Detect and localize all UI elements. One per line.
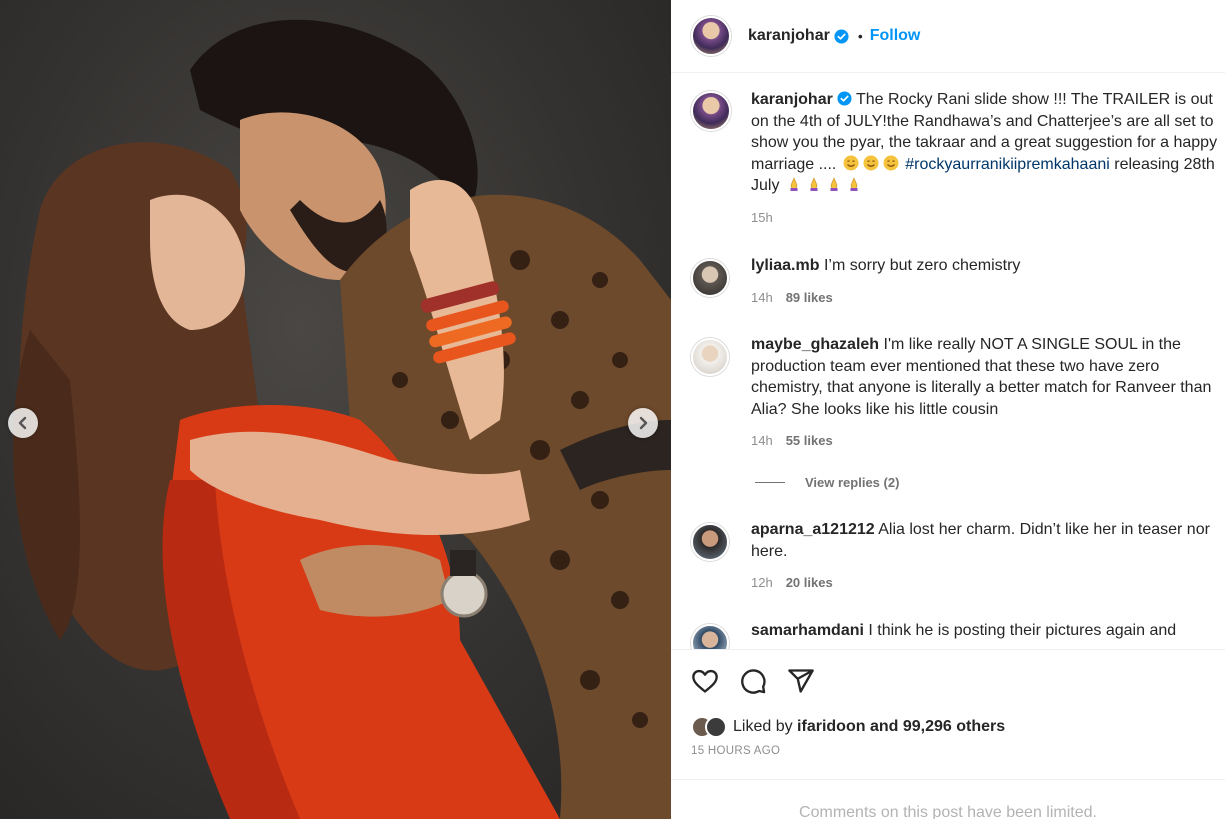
- likes-prefix: Liked by: [733, 718, 793, 735]
- comment-item: aparna_a121212 Alia lost her charm. Didn…: [691, 519, 1225, 594]
- commenter-avatar[interactable]: [691, 338, 729, 376]
- post-sidebar: karanjohar • Follow karanjohar The Rocky…: [671, 0, 1225, 819]
- heart-icon[interactable]: [691, 667, 719, 695]
- replies-divider-line: [755, 482, 785, 483]
- header-separator: •: [857, 28, 863, 44]
- comment-text: I’m sorry but zero chemistry: [823, 257, 1021, 274]
- previous-slide-button[interactable]: [8, 408, 38, 438]
- smiling-face-icon: [843, 155, 859, 170]
- view-replies-label: View replies (2): [805, 475, 900, 490]
- caption-hashtag[interactable]: #rockyaurranikiipremkahaani: [905, 156, 1110, 173]
- share-icon[interactable]: [787, 667, 815, 695]
- verified-badge-icon: [837, 91, 852, 106]
- comment-meta: 12h 20 likes: [751, 572, 1225, 594]
- comment-meta: 14h 89 likes: [751, 287, 1225, 309]
- post-media[interactable]: [0, 0, 671, 819]
- action-bar: [671, 649, 1225, 711]
- commenter-avatar[interactable]: [691, 259, 729, 297]
- liked-by-user[interactable]: ifaridoon: [797, 718, 865, 735]
- comments-limited-notice: Comments on this post have been limited.: [671, 779, 1225, 819]
- caption: karanjohar The Rocky Rani slide show !!!…: [691, 89, 1225, 228]
- caption-meta: 15h: [751, 207, 1225, 229]
- post-timestamp[interactable]: 15 HOURS AGO: [691, 745, 780, 757]
- comment-time[interactable]: 12h: [751, 575, 773, 590]
- comment-likes[interactable]: 20 likes: [786, 575, 833, 590]
- folded-hands-icon: [830, 177, 838, 191]
- folded-hands-icon: [850, 177, 858, 191]
- commenter-username[interactable]: samarhamdani: [751, 622, 864, 639]
- chevron-left-icon: [18, 416, 27, 430]
- comment-item: lyliaa.mb I’m sorry but zero chemistry 1…: [691, 255, 1225, 308]
- post-photo: [13, 19, 671, 819]
- chevron-right-icon: [639, 416, 648, 430]
- caption-author-avatar[interactable]: [691, 91, 731, 131]
- likes-count[interactable]: and 99,296 others: [870, 718, 1005, 735]
- next-slide-button[interactable]: [628, 408, 658, 438]
- folded-hands-icon: [790, 177, 798, 191]
- commenter-avatar[interactable]: [691, 523, 729, 561]
- comment-item: maybe_ghazaleh I'm like really NOT A SIN…: [691, 334, 1225, 452]
- view-replies-button[interactable]: View replies (2): [755, 475, 899, 490]
- smiling-face-icon: [863, 155, 879, 170]
- comments-list[interactable]: karanjohar The Rocky Rani slide show !!!…: [671, 73, 1225, 649]
- commenter-username[interactable]: lyliaa.mb: [751, 257, 819, 274]
- folded-hands-icon: [810, 177, 818, 191]
- comment-icon[interactable]: [739, 667, 767, 695]
- caption-author[interactable]: karanjohar: [751, 91, 833, 108]
- comment-likes[interactable]: 89 likes: [786, 290, 833, 305]
- author-username[interactable]: karanjohar: [748, 27, 830, 45]
- comment-likes[interactable]: 55 likes: [786, 433, 833, 448]
- smiling-face-icon: [883, 155, 899, 170]
- commenter-username[interactable]: maybe_ghazaleh: [751, 336, 879, 353]
- commenter-username[interactable]: aparna_a121212: [751, 521, 875, 538]
- comment-meta: 14h 55 likes: [751, 430, 1225, 452]
- comment-time[interactable]: 14h: [751, 433, 773, 448]
- comment-time[interactable]: 14h: [751, 290, 773, 305]
- author-avatar[interactable]: [691, 16, 731, 56]
- follow-button[interactable]: Follow: [870, 27, 921, 45]
- likes-summary[interactable]: Liked by ifaridoon and 99,296 others: [691, 716, 1005, 738]
- liker-avatar: [705, 716, 727, 738]
- post-header: karanjohar • Follow: [671, 0, 1225, 73]
- verified-badge-icon: [834, 28, 849, 44]
- commenter-avatar[interactable]: [691, 624, 729, 649]
- comment-text: I think he is posting their pictures aga…: [868, 622, 1177, 639]
- comment-item: samarhamdani I think he is posting their…: [691, 620, 1225, 649]
- caption-time[interactable]: 15h: [751, 210, 773, 225]
